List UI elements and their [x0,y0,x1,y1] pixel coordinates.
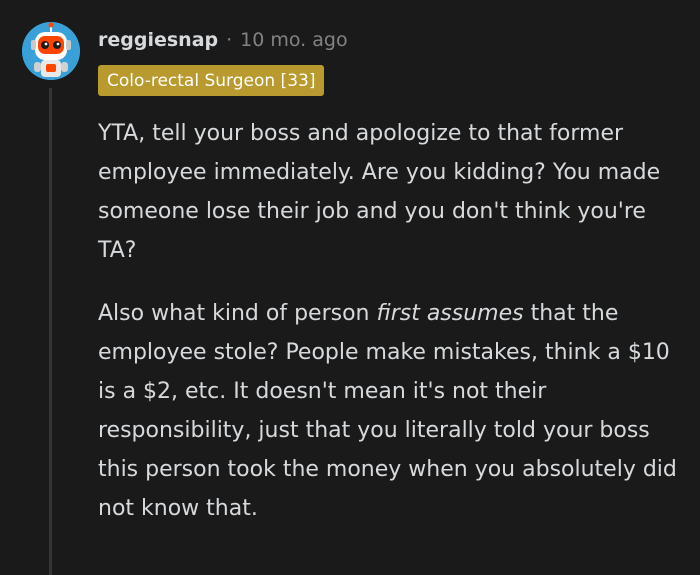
username-link[interactable]: reggiesnap [98,29,218,51]
user-flair-text: Colo-rectal Surgeon [33] [107,70,316,91]
meta-separator: · [226,29,233,51]
comment: reggiesnap · 10 mo. ago Colo-rectal Surg… [0,0,700,575]
user-avatar[interactable] [22,22,80,80]
comment-paragraph-1: YTA, tell your boss and apologize to tha… [98,121,661,263]
paragraph-2-emphasis: first assumes [376,301,524,326]
thread-collapse-line[interactable] [49,88,52,575]
robot-avatar-icon [22,22,80,80]
user-flair: Colo-rectal Surgeon [33] [98,65,325,96]
comment-body: YTA, tell your boss and apologize to tha… [98,114,683,528]
paragraph-2-text-start: Also what kind of person [98,301,377,326]
comment-timestamp[interactable]: 10 mo. ago [240,29,347,51]
comment-paragraph-2: Also what kind of person first assumes t… [98,294,683,528]
paragraph-2-text-end: that the employee stole? People make mis… [98,301,677,521]
comment-header: reggiesnap · 10 mo. ago [98,24,348,56]
